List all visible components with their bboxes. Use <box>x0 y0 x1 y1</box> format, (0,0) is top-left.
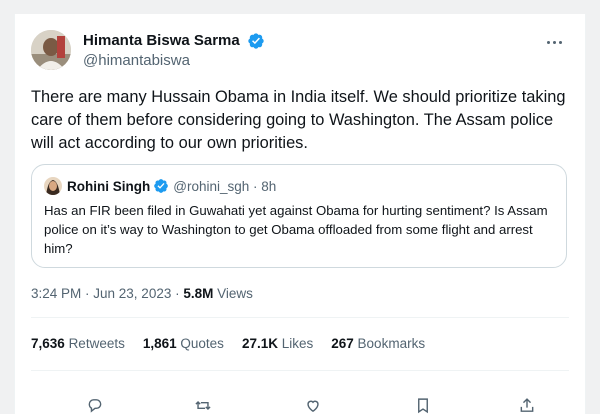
quoted-author-name: Rohini Singh <box>67 178 151 194</box>
quoted-verified-badge-icon <box>154 179 169 193</box>
quoted-tweet-text: Has an FIR been filed in Guwahati yet ag… <box>44 203 548 256</box>
tweet-text: There are many Hussain Obama in India it… <box>31 88 566 152</box>
tweet-card: Himanta Biswa Sarma @himantabiswa There … <box>14 14 586 414</box>
quoted-tweet-header: Rohini Singh @rohini_sgh · 8h <box>44 177 554 195</box>
divider <box>31 317 569 318</box>
stat-quotes[interactable]: 1,861 Quotes <box>143 336 224 351</box>
tweet-timestamp[interactable]: 3:24 PM · Jun 23, 2023 · <box>31 286 183 301</box>
stat-retweets[interactable]: 7,636 Retweets <box>31 336 125 351</box>
quoted-author-avatar <box>44 177 62 195</box>
views-count: 5.8M <box>183 286 214 301</box>
tweet-header: Himanta Biswa Sarma @himantabiswa <box>31 30 569 74</box>
author-display-name[interactable]: Himanta Biswa Sarma <box>83 31 240 51</box>
stat-likes[interactable]: 27.1K Likes <box>242 336 313 351</box>
verified-badge-icon <box>248 33 264 49</box>
quoted-author-handle: @rohini_sgh · 8h <box>173 178 277 194</box>
stat-bookmarks[interactable]: 267 Bookmarks <box>331 336 425 351</box>
more-options-icon[interactable] <box>543 32 565 52</box>
views-label: Views <box>213 286 253 301</box>
tweet-meta: 3:24 PM · Jun 23, 2023 · 5.8M Views <box>31 286 253 301</box>
author-avatar[interactable] <box>31 30 71 70</box>
engagement-stats: 7,636 Retweets 1,861 Quotes 27.1K Likes … <box>31 336 425 351</box>
author-handle[interactable]: @himantabiswa <box>83 51 265 71</box>
quoted-tweet[interactable]: Rohini Singh @rohini_sgh · 8h Has an FIR… <box>31 164 567 268</box>
author-name-block: Himanta Biswa Sarma @himantabiswa <box>83 31 265 71</box>
divider <box>31 370 569 371</box>
